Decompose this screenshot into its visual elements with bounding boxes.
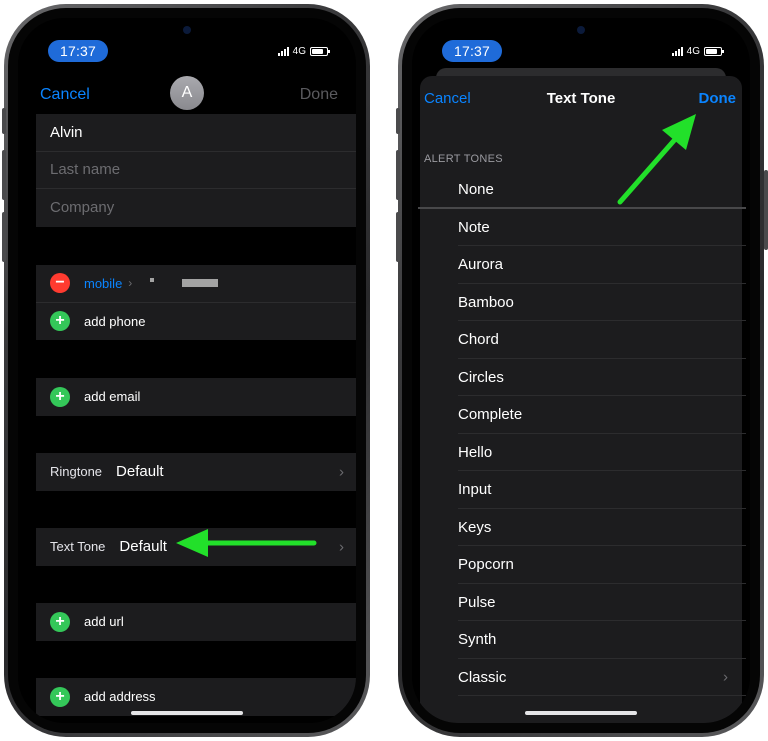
battery-icon [310, 47, 330, 56]
side-button [396, 150, 400, 200]
chevron-right-icon: › [339, 538, 344, 556]
side-button [2, 150, 6, 200]
text-tone-row[interactable]: Text Tone Default › [36, 528, 356, 566]
plus-circle-icon: + [50, 686, 70, 707]
edit-contact-screen: 17:37 4G Cancel A Done Alvin Last name C… [18, 18, 356, 723]
done-button[interactable]: Done [699, 90, 737, 107]
status-indicators: 4G [277, 46, 330, 57]
company-field[interactable]: Company [36, 189, 356, 227]
add-address-row[interactable]: + add address [36, 678, 356, 716]
tone-item-popcorn[interactable]: Popcorn [418, 546, 746, 584]
add-url-row[interactable]: + add url [36, 603, 356, 641]
cancel-button[interactable]: Cancel [40, 86, 90, 104]
add-email-row[interactable]: + add email [36, 378, 356, 416]
home-indicator[interactable] [525, 711, 637, 715]
plus-circle-icon: + [50, 386, 70, 407]
add-address-label: add address [84, 689, 156, 705]
home-indicator[interactable] [131, 711, 243, 715]
last-name-field[interactable]: Last name [36, 152, 356, 189]
tone-item-none[interactable]: None [418, 171, 746, 209]
ringtone-value: Default [116, 463, 164, 481]
notch [493, 18, 669, 48]
chevron-right-icon: › [128, 276, 133, 291]
tone-item-chord[interactable]: Chord [418, 321, 746, 359]
alert-tones-header: ALERT TONES [424, 153, 503, 165]
battery-icon [704, 47, 724, 56]
plus-circle-icon: + [50, 311, 70, 332]
text-tone-sheet: Cancel Text Tone Done ALERT TONES None N… [418, 76, 746, 723]
sheet-header: Cancel Text Tone Done [420, 76, 742, 124]
signal-icon [671, 47, 683, 56]
tone-item-keys[interactable]: Keys [418, 509, 746, 547]
tone-item-classic-label: Classic [458, 668, 507, 686]
phone-group: − mobile › + add phone [36, 265, 356, 340]
add-url-label: add url [84, 614, 124, 630]
side-button [396, 212, 400, 262]
address-group: + add address [36, 678, 356, 716]
tone-item-circles[interactable]: Circles [418, 359, 746, 397]
side-button [2, 108, 6, 134]
camera-dot [577, 26, 585, 34]
text-tone-label: Text Tone [50, 539, 106, 555]
phone-label-selector[interactable]: mobile [84, 276, 122, 291]
network-type: 4G [292, 46, 306, 57]
add-email-label: add email [84, 389, 141, 405]
tone-item-note[interactable]: Note [418, 209, 746, 247]
add-phone-label: add phone [84, 313, 146, 329]
chevron-right-icon: › [339, 463, 344, 481]
tone-item-bamboo[interactable]: Bamboo [418, 284, 746, 322]
add-phone-row[interactable]: + add phone [36, 303, 356, 341]
text-tone-screen: 17:37 4G Cancel Text Tone Done ALERT TON… [412, 18, 750, 723]
url-group: + add url [36, 603, 356, 641]
power-button [764, 170, 768, 250]
text-tone-group: Text Tone Default › [36, 528, 356, 566]
notch [99, 18, 275, 48]
chevron-right-icon: › [723, 668, 728, 686]
sheet-title: Text Tone [546, 90, 616, 107]
email-group: + add email [36, 378, 356, 416]
side-button [2, 212, 6, 262]
tone-item-input[interactable]: Input [418, 471, 746, 509]
status-time: 17:37 [442, 40, 502, 62]
tone-list: None Note Aurora Bamboo Chord Circles Co… [418, 171, 746, 696]
tone-item-pulse[interactable]: Pulse [418, 584, 746, 622]
minus-circle-icon[interactable]: − [50, 273, 70, 294]
status-indicators: 4G [671, 46, 724, 57]
avatar[interactable]: A [170, 76, 204, 110]
redacted-phone-number[interactable] [150, 278, 219, 288]
status-time: 17:37 [48, 40, 108, 62]
ringtone-group: Ringtone Default › [36, 453, 356, 491]
phone-frame-left: 17:37 4G Cancel A Done Alvin Last name C… [4, 4, 370, 737]
name-group: Alvin Last name Company [36, 114, 356, 227]
tone-item-classic[interactable]: Classic › [418, 659, 746, 697]
done-button[interactable]: Done [300, 86, 338, 104]
network-type: 4G [686, 46, 700, 57]
phone-bezel: 17:37 4G Cancel Text Tone Done ALERT TON… [402, 8, 760, 733]
first-name-field[interactable]: Alvin [36, 114, 356, 152]
phone-frame-right: 17:37 4G Cancel Text Tone Done ALERT TON… [398, 4, 764, 737]
signal-icon [277, 47, 289, 56]
tone-item-synth[interactable]: Synth [418, 621, 746, 659]
text-tone-value: Default [119, 538, 167, 556]
phone-row: − mobile › [36, 265, 356, 303]
tone-item-complete[interactable]: Complete [418, 396, 746, 434]
ringtone-row[interactable]: Ringtone Default › [36, 453, 356, 491]
tone-item-aurora[interactable]: Aurora [418, 246, 746, 284]
tone-item-hello[interactable]: Hello [418, 434, 746, 472]
plus-circle-icon: + [50, 611, 70, 632]
phone-bezel: 17:37 4G Cancel A Done Alvin Last name C… [8, 8, 366, 733]
side-button [396, 108, 400, 134]
ringtone-label: Ringtone [50, 464, 103, 480]
camera-dot [183, 26, 191, 34]
